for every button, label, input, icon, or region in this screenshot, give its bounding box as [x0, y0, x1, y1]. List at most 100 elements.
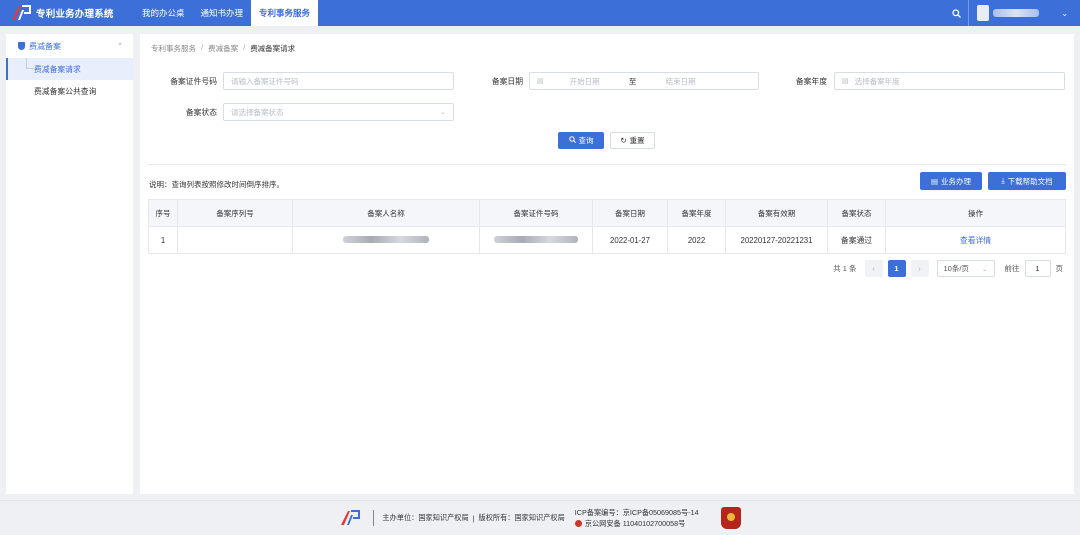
nav-patent-affairs[interactable]: 专利事务服务	[251, 0, 319, 26]
filing-table: 序号 备案序列号 备案人名称 备案证件号码 备案日期 备案年度 备案有效期 备案…	[148, 199, 1066, 254]
cert-number-label: 备案证件号码	[170, 77, 217, 86]
footer-registration: ICP备案编号：京ICP备05069085号-14 京公网安备 11040102…	[574, 507, 699, 529]
column-header: 备案状态	[827, 199, 886, 227]
table-header-row: 序号 备案序列号 备案人名称 备案证件号码 备案日期 备案年度 备案有效期 备案…	[148, 199, 1066, 227]
calendar-icon: ▤	[537, 78, 544, 85]
brand[interactable]: 专利业务办理系统	[0, 4, 130, 22]
chevron-up-icon: ⌃	[117, 43, 123, 50]
filing-date-label: 备案日期	[491, 77, 523, 86]
breadcrumb: 专利事务服务 / 费减备案 / 费减备案请求	[151, 43, 295, 54]
user-menu[interactable]: ⌄	[969, 0, 1080, 26]
footer: 主办单位：国家知识产权局 | 版权所有：国家知识产权局 ICP备案编号：京ICP…	[0, 500, 1080, 535]
section-divider	[148, 164, 1066, 165]
column-header: 备案日期	[592, 199, 668, 227]
footer-copyright: 版权所有：国家知识产权局	[478, 513, 565, 522]
cell-name	[292, 226, 480, 254]
breadcrumb-current: 费减备案请求	[250, 44, 296, 53]
query-button[interactable]: 查询	[558, 132, 604, 149]
nav-my-desk[interactable]: 我的办公桌	[134, 0, 193, 26]
cell-status: 备案通过	[827, 226, 886, 254]
footer-police-record[interactable]: 京公网安备 11040102700058号	[574, 518, 699, 529]
sidebar: 费减备案 ⌃ 费减备案请求 费减备案公共查询	[6, 34, 133, 494]
search-icon	[568, 136, 576, 145]
filing-year-label: 备案年度	[795, 77, 827, 86]
business-handling-label: 业务办理	[941, 176, 972, 186]
column-header: 备案人名称	[292, 199, 480, 227]
page-unit: 页	[1055, 264, 1064, 273]
sidebar-item-label: 费减备案公共查询	[34, 86, 97, 96]
date-start-placeholder: 开始日期	[569, 76, 600, 86]
nav-notice-handling[interactable]: 通知书办理	[193, 0, 252, 26]
sidebar-item-fee-reduction-request[interactable]: 费减备案请求	[6, 58, 133, 80]
breadcrumb-separator: /	[243, 43, 246, 52]
cell-index: 1	[148, 226, 178, 254]
redacted-name	[343, 235, 429, 243]
cell-serial	[177, 226, 293, 254]
main-panel: 专利事务服务 / 费减备案 / 费减备案请求 备案证件号码 请输入备案证件号码 …	[140, 34, 1074, 494]
table-row: 1 2022-01-27 2022 20220127-20221231 备案通过…	[148, 226, 1066, 254]
breadcrumb-item[interactable]: 费减备案	[208, 43, 238, 54]
reset-button[interactable]: ↻ 重置	[610, 132, 655, 149]
footer-sponsor: 主办单位：国家知识产权局	[382, 513, 469, 522]
reset-button-label: 重置	[629, 136, 645, 145]
top-navbar: 专利业务办理系统 我的办公桌 通知书办理 专利事务服务 ⌄	[0, 0, 1080, 26]
filing-status-select[interactable]: 请选择备案状态 ⌄	[223, 103, 454, 121]
column-header: 操作	[885, 199, 1066, 227]
sidebar-item-fee-reduction-public-query[interactable]: 费减备案公共查询	[6, 80, 133, 102]
page-number-button[interactable]: 1	[887, 260, 906, 277]
pagination: 共 1 条 ‹ 1 › 10条/页 ⌄ 前往 1 页	[833, 260, 1063, 277]
breadcrumb-separator: /	[201, 43, 204, 52]
download-help-label: 下载帮助文档	[1007, 176, 1053, 186]
chevron-down-icon: ⌄	[440, 109, 446, 116]
footer-icp[interactable]: ICP备案编号：京ICP备05069085号-14	[575, 507, 699, 518]
column-header: 备案证件号码	[479, 199, 593, 227]
view-details-link[interactable]: 查看详情	[960, 236, 991, 245]
filing-year-placeholder: 选择备案年度	[854, 76, 900, 86]
filing-year-picker[interactable]: ▤ 选择备案年度	[834, 72, 1065, 90]
shield-icon	[18, 42, 25, 50]
search-icon[interactable]	[945, 0, 970, 26]
goto-label: 前往	[1004, 264, 1020, 273]
username-redacted	[993, 9, 1040, 17]
sidebar-group-fee-reduction[interactable]: 费减备案 ⌃	[6, 34, 133, 58]
filing-status-placeholder: 请选择备案状态	[231, 107, 284, 117]
footer-logo-icon	[339, 509, 361, 527]
sort-note: 说明：查询列表按照修改时间倒序排序。	[149, 180, 284, 189]
filing-date-range-picker[interactable]: ▤ 开始日期 至 结束日期	[529, 72, 759, 90]
filing-status-label: 备案状态	[185, 108, 217, 117]
redacted-cert-number	[494, 235, 578, 243]
date-end-placeholder: 结束日期	[665, 76, 696, 86]
main-nav: 我的办公桌 通知书办理 专利事务服务	[134, 0, 319, 26]
total-count: 共 1 条	[833, 264, 857, 273]
download-icon: ⤓	[1001, 176, 1005, 185]
chevron-down-icon: ⌄	[982, 265, 988, 273]
business-handling-button[interactable]: ▤ 业务办理	[920, 172, 982, 190]
party-emblem-icon[interactable]	[720, 507, 741, 529]
avatar	[977, 5, 990, 21]
top-right-tools: ⌄	[945, 0, 1080, 26]
page-size-value: 10条/页	[943, 264, 969, 273]
cert-number-placeholder: 请输入备案证件号码	[231, 76, 299, 86]
date-range-separator: 至	[628, 76, 637, 86]
cell-cert-number	[479, 226, 593, 254]
query-button-label: 查询	[578, 136, 594, 145]
column-header: 备案有效期	[725, 199, 828, 227]
next-page-button[interactable]: ›	[910, 260, 929, 277]
page-size-select[interactable]: 10条/页 ⌄	[936, 260, 995, 277]
police-badge-icon	[574, 520, 582, 527]
tree-connector	[26, 58, 34, 69]
goto-page-input[interactable]: 1	[1024, 260, 1051, 277]
prev-page-button[interactable]: ‹	[864, 260, 883, 277]
breadcrumb-item[interactable]: 专利事务服务	[151, 43, 196, 54]
cell-date: 2022-01-27	[592, 226, 668, 254]
footer-police-text: 京公网安备 11040102700058号	[584, 519, 686, 528]
footer-separator: |	[472, 513, 475, 523]
cell-action: 查看详情	[885, 226, 1066, 254]
column-header: 序号	[148, 199, 178, 227]
cell-validity: 20220127-20221231	[725, 226, 828, 254]
download-help-button[interactable]: ⤓ 下载帮助文档	[988, 172, 1066, 190]
chevron-down-icon: ⌄	[1061, 8, 1068, 18]
cert-number-input[interactable]: 请输入备案证件号码	[223, 72, 454, 90]
cell-year: 2022	[667, 226, 726, 254]
system-logo-icon	[10, 4, 32, 22]
